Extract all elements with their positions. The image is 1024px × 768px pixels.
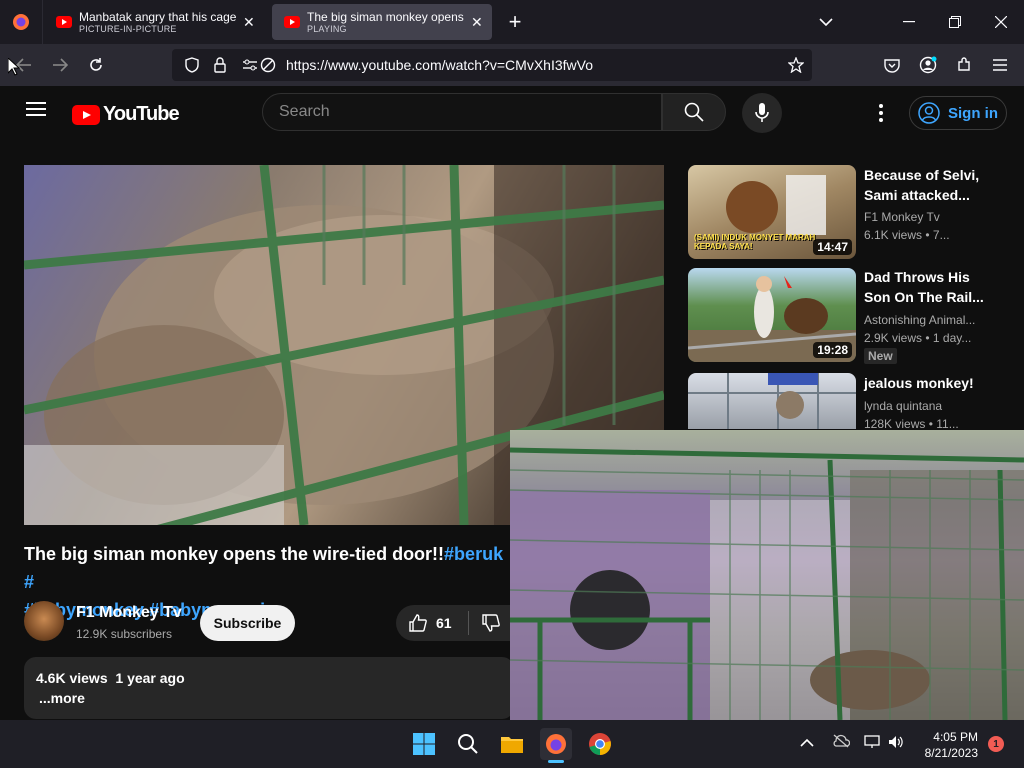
subscribe-button[interactable]: Subscribe bbox=[200, 605, 295, 641]
account-icon[interactable] bbox=[910, 44, 946, 86]
picture-in-picture-window[interactable] bbox=[510, 430, 1024, 720]
pip-video-frame bbox=[510, 447, 1024, 720]
list-all-tabs-icon[interactable] bbox=[803, 0, 849, 44]
url-text[interactable]: https://www.youtube.com/watch?v=CMvXhI3f… bbox=[286, 57, 593, 73]
youtube-favicon-icon bbox=[56, 16, 72, 28]
hashtag-link[interactable]: #beruk bbox=[444, 544, 503, 564]
views: 4.6K views bbox=[36, 670, 108, 686]
tab-pip-video[interactable]: Manbatak angry that his cage is PICTURE-… bbox=[44, 4, 270, 40]
firefox-menu-icon[interactable] bbox=[0, 0, 43, 44]
upload-age: 1 year ago bbox=[115, 670, 185, 686]
tab-title: Manbatak angry that his cage is bbox=[79, 10, 237, 24]
recommendation-title[interactable]: jealous monkey! bbox=[864, 373, 994, 393]
system-clock[interactable]: 4:05 PM 8/21/2023 bbox=[920, 729, 978, 761]
bookmark-star-icon[interactable] bbox=[778, 44, 814, 86]
recommendation-thumbnail[interactable]: (SAMI) INDUK MONYET MARAH KEPADA SAYA! 1… bbox=[688, 165, 856, 259]
clock-time: 4:05 PM bbox=[933, 730, 978, 744]
network-icon[interactable] bbox=[864, 735, 880, 754]
thumbnail-image bbox=[688, 373, 856, 429]
hashtag-link[interactable]: # bbox=[24, 572, 34, 592]
volume-icon[interactable] bbox=[888, 735, 904, 754]
thumbs-down-icon[interactable] bbox=[481, 613, 501, 633]
mouse-cursor-icon bbox=[7, 56, 21, 81]
guide-menu-icon[interactable] bbox=[26, 98, 46, 120]
like-button[interactable]: 61 bbox=[396, 605, 516, 641]
channel-avatar[interactable] bbox=[24, 601, 64, 641]
forward-icon[interactable] bbox=[42, 44, 78, 86]
reload-icon[interactable] bbox=[78, 44, 114, 86]
video-title-text: The big siman monkey opens the wire-tied… bbox=[24, 544, 445, 564]
recommendation-channel[interactable]: Astonishing Animal... bbox=[864, 311, 994, 329]
youtube-logo[interactable]: YouTube bbox=[72, 103, 180, 126]
subscriber-count: 12.9K subscribers bbox=[76, 627, 173, 641]
video-duration: 14:47 bbox=[813, 239, 852, 255]
description-box[interactable] bbox=[24, 657, 514, 719]
chrome-taskbar-icon[interactable] bbox=[584, 728, 616, 760]
start-windows-icon[interactable] bbox=[408, 728, 440, 760]
tab-subtitle: PICTURE-IN-PICTURE bbox=[79, 24, 177, 34]
taskbar-search-icon[interactable] bbox=[452, 728, 484, 760]
recommendation-channel[interactable]: lynda quintana bbox=[864, 397, 994, 415]
thumbs-up-icon bbox=[409, 614, 427, 632]
new-tab-button[interactable]: + bbox=[502, 8, 528, 36]
file-explorer-icon[interactable] bbox=[496, 728, 528, 760]
recommendation-thumbnail[interactable] bbox=[688, 373, 856, 429]
recommendation-title[interactable]: Dad Throws His Son On The Rail... bbox=[864, 267, 994, 307]
recommendation-meta: 6.1K views • 7... bbox=[864, 228, 950, 242]
restore-icon[interactable] bbox=[932, 0, 978, 44]
tab-playing-video[interactable]: The big siman monkey opens the PLAYING ✕ bbox=[272, 4, 492, 40]
active-app-indicator bbox=[548, 760, 564, 763]
show-more-link[interactable]: ...more bbox=[39, 690, 85, 706]
pocket-icon[interactable] bbox=[874, 44, 910, 86]
recommendation-meta: 2.9K views • 1 day... bbox=[864, 331, 972, 345]
youtube-play-icon bbox=[72, 104, 100, 125]
firefox-taskbar-icon[interactable] bbox=[540, 728, 572, 760]
channel-name[interactable]: F1 Monkey Tv bbox=[76, 604, 182, 622]
search-button[interactable] bbox=[662, 93, 726, 131]
clock-date: 8/21/2023 bbox=[924, 746, 978, 760]
search-placeholder: Search bbox=[279, 103, 330, 120]
recommendation-thumbnail[interactable]: 19:28 bbox=[688, 268, 856, 362]
like-divider bbox=[467, 611, 469, 635]
settings-more-icon[interactable] bbox=[870, 98, 892, 128]
new-badge: New bbox=[864, 348, 897, 364]
video-duration: 19:28 bbox=[813, 342, 852, 358]
extensions-icon[interactable] bbox=[946, 44, 982, 86]
close-tab-icon[interactable]: ✕ bbox=[471, 14, 483, 31]
minimize-icon[interactable] bbox=[886, 0, 932, 44]
notification-badge[interactable]: 1 bbox=[988, 736, 1004, 752]
recommendation-channel[interactable]: F1 Monkey Tv bbox=[864, 208, 994, 226]
thumbnail-caption: (SAMI) INDUK MONYET MARAH KEPADA SAYA! bbox=[694, 233, 816, 251]
microphone-icon bbox=[755, 103, 769, 122]
onedrive-offline-icon[interactable] bbox=[832, 734, 851, 753]
tab-title: The big siman monkey opens the bbox=[307, 10, 465, 24]
user-avatar-icon bbox=[918, 102, 940, 124]
youtube-favicon-icon bbox=[284, 16, 300, 28]
search-input[interactable]: Search bbox=[262, 93, 662, 131]
tab-subtitle: PLAYING bbox=[307, 24, 347, 34]
view-count: 4.6K views 1 year ago bbox=[36, 670, 185, 686]
sign-in-label: Sign in bbox=[948, 104, 998, 122]
autoplay-blocked-icon[interactable] bbox=[250, 44, 286, 86]
app-menu-icon[interactable] bbox=[982, 44, 1018, 86]
sign-in-button[interactable]: Sign in bbox=[909, 96, 1007, 130]
close-tab-icon[interactable]: ✕ bbox=[243, 14, 255, 31]
logo-text: YouTube bbox=[103, 103, 180, 125]
voice-search-button[interactable] bbox=[742, 93, 782, 133]
show-hidden-icons-chevron-icon[interactable] bbox=[800, 735, 814, 753]
search-icon bbox=[684, 102, 704, 122]
like-count: 61 bbox=[436, 615, 452, 631]
close-window-icon[interactable] bbox=[978, 0, 1024, 44]
recommendation-title[interactable]: Because of Selvi, Sami attacked... bbox=[864, 165, 994, 205]
